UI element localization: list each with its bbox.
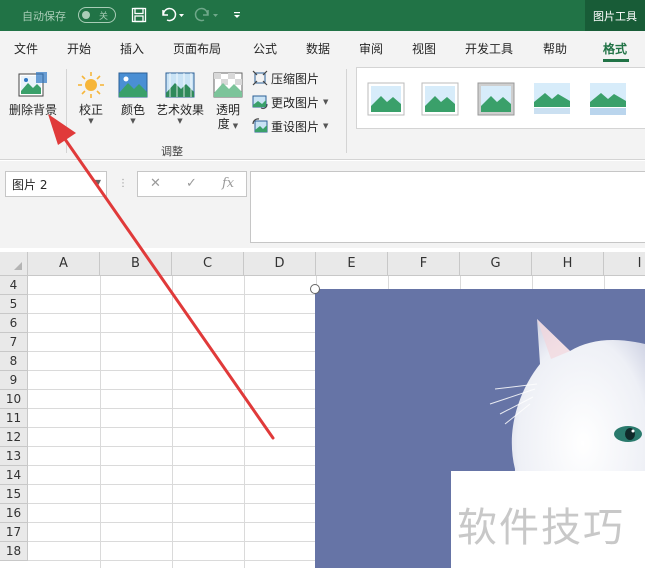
row-header[interactable]: 18 bbox=[0, 542, 28, 561]
cancel-icon[interactable]: ✕ bbox=[150, 176, 161, 191]
chevron-down-icon: ▼ bbox=[130, 117, 136, 125]
ribbon-separator bbox=[346, 69, 347, 153]
formula-bar-area: 图片 2 ▼ ⋮ ✕ ✓ fx bbox=[0, 161, 645, 248]
compress-pictures-button[interactable]: 压缩图片 bbox=[252, 69, 319, 87]
column-header-i[interactable]: I bbox=[604, 252, 645, 276]
column-headers: A B C D E F G H I bbox=[0, 252, 645, 276]
artistic-effects-icon bbox=[165, 72, 195, 98]
row-header[interactable]: 10 bbox=[0, 390, 28, 409]
tab-page-layout[interactable]: 页面布局 bbox=[173, 40, 221, 57]
row-header[interactable]: 8 bbox=[0, 352, 28, 371]
tab-insert[interactable]: 插入 bbox=[120, 40, 144, 57]
chevron-down-icon[interactable]: ▼ bbox=[95, 178, 101, 187]
formula-buttons: ✕ ✓ fx bbox=[137, 171, 247, 197]
row-header[interactable]: 5 bbox=[0, 295, 28, 314]
ribbon-separator bbox=[66, 69, 67, 153]
row-header[interactable]: 14 bbox=[0, 466, 28, 485]
column-header-a[interactable]: A bbox=[28, 252, 100, 276]
watermark-text: 软件技巧 bbox=[457, 505, 625, 551]
redo-icon[interactable] bbox=[193, 5, 221, 25]
transparency-label: 透明度 ▼ bbox=[215, 103, 240, 131]
row-header[interactable]: 13 bbox=[0, 447, 28, 466]
change-picture-icon bbox=[252, 95, 268, 110]
remove-background-label: 删除背景 bbox=[8, 103, 57, 117]
picture-style-thumbnail[interactable] bbox=[477, 82, 515, 116]
row-header[interactable]: 9 bbox=[0, 371, 28, 390]
column-header-c[interactable]: C bbox=[172, 252, 244, 276]
autosave-label: 自动保存 bbox=[22, 10, 66, 23]
tab-help[interactable]: 帮助 bbox=[543, 40, 567, 57]
artistic-effects-label: 艺术效果 bbox=[155, 103, 204, 117]
tab-home[interactable]: 开始 bbox=[67, 40, 91, 57]
tab-formulas[interactable]: 公式 bbox=[253, 40, 277, 57]
formula-bar-grip-icon[interactable]: ⋮ bbox=[118, 178, 128, 189]
adjust-group-label: 调整 bbox=[161, 145, 183, 158]
column-header-e[interactable]: E bbox=[316, 252, 388, 276]
formula-input[interactable] bbox=[250, 171, 645, 243]
reset-picture-icon bbox=[252, 118, 268, 133]
chevron-down-icon: ▼ bbox=[177, 117, 183, 125]
row-header[interactable]: 11 bbox=[0, 409, 28, 428]
customize-toolbar-icon[interactable] bbox=[230, 5, 244, 25]
tab-format[interactable]: 格式 bbox=[603, 40, 627, 57]
tab-review[interactable]: 审阅 bbox=[359, 40, 383, 57]
change-picture-button[interactable]: 更改图片 ▼ bbox=[252, 93, 328, 111]
picture-styles-gallery bbox=[356, 67, 645, 129]
watermark-box: 软件技巧 bbox=[451, 471, 645, 568]
select-all-corner[interactable] bbox=[0, 252, 28, 276]
row-header[interactable]: 16 bbox=[0, 504, 28, 523]
undo-icon[interactable] bbox=[158, 5, 186, 25]
transparency-icon bbox=[213, 72, 243, 98]
autosave-state: 关 bbox=[99, 12, 109, 22]
color-button[interactable]: 颜色 ▼ bbox=[114, 71, 152, 125]
row-header[interactable]: 6 bbox=[0, 314, 28, 333]
ribbon-tabs: 文件 开始 插入 页面布局 公式 数据 审阅 视图 开发工具 帮助 格式 bbox=[0, 31, 645, 63]
row-header[interactable]: 7 bbox=[0, 333, 28, 352]
active-tab-indicator bbox=[603, 59, 629, 62]
tab-developer[interactable]: 开发工具 bbox=[465, 40, 513, 57]
color-icon bbox=[118, 72, 148, 98]
reset-picture-button[interactable]: 重设图片 ▼ bbox=[252, 117, 328, 135]
picture-style-thumbnail[interactable] bbox=[533, 82, 571, 116]
name-box-value: 图片 2 bbox=[12, 178, 48, 192]
insert-function-icon[interactable]: fx bbox=[222, 176, 234, 191]
row-header[interactable]: 15 bbox=[0, 485, 28, 504]
color-label: 颜色 bbox=[120, 103, 145, 117]
picture-style-thumbnail[interactable] bbox=[367, 82, 405, 116]
name-box[interactable]: 图片 2 ▼ bbox=[5, 171, 107, 197]
toggle-knob bbox=[82, 11, 90, 19]
title-bar: 自动保存 关 图片工具 bbox=[0, 0, 645, 31]
picture-tools-context-tab: 图片工具 bbox=[585, 0, 645, 31]
compress-icon bbox=[252, 70, 268, 86]
column-header-f[interactable]: F bbox=[388, 252, 460, 276]
column-header-d[interactable]: D bbox=[244, 252, 316, 276]
transparency-button[interactable]: 透明度 ▼ bbox=[210, 71, 246, 131]
column-header-g[interactable]: G bbox=[460, 252, 532, 276]
row-header[interactable]: 4 bbox=[0, 276, 28, 295]
chevron-down-icon: ▼ bbox=[323, 98, 329, 106]
row-header[interactable]: 17 bbox=[0, 523, 28, 542]
column-header-b[interactable]: B bbox=[100, 252, 172, 276]
column-header-h[interactable]: H bbox=[532, 252, 604, 276]
resize-handle[interactable] bbox=[310, 284, 320, 294]
chevron-down-icon: ▼ bbox=[88, 117, 94, 125]
chevron-down-icon: ▼ bbox=[323, 122, 329, 130]
autosave-toggle[interactable]: 关 bbox=[78, 7, 116, 23]
enter-icon[interactable]: ✓ bbox=[186, 176, 197, 191]
sun-icon bbox=[78, 72, 104, 98]
tab-view[interactable]: 视图 bbox=[412, 40, 436, 57]
tab-data[interactable]: 数据 bbox=[306, 40, 330, 57]
picture-style-thumbnail[interactable] bbox=[421, 82, 459, 116]
ribbon: 删除背景 校正 ▼ 颜色 ▼ 艺术效果 ▼ 透明 度 ▼ 压缩图片 更改图片 ▼… bbox=[0, 63, 645, 160]
corrections-label: 校正 bbox=[78, 103, 103, 117]
corrections-button[interactable]: 校正 ▼ bbox=[72, 71, 110, 125]
artistic-effects-button[interactable]: 艺术效果 ▼ bbox=[154, 71, 206, 125]
remove-background-icon bbox=[18, 72, 47, 97]
save-icon[interactable] bbox=[128, 5, 150, 25]
picture-style-thumbnail[interactable] bbox=[589, 82, 627, 116]
row-header[interactable]: 12 bbox=[0, 428, 28, 447]
remove-background-button[interactable]: 删除背景 bbox=[8, 71, 58, 117]
tab-file[interactable]: 文件 bbox=[14, 40, 38, 57]
